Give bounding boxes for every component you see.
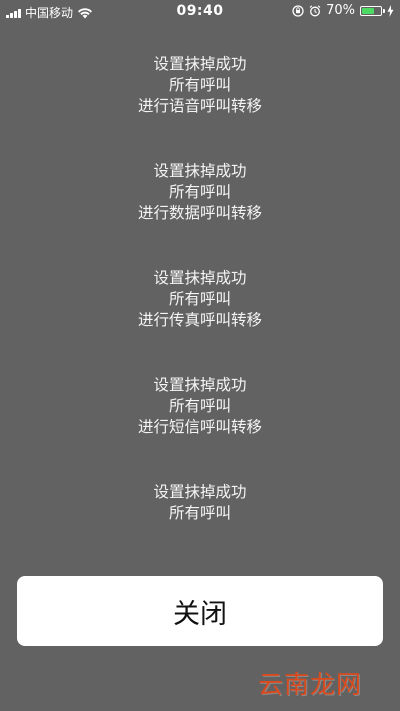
message-line: 设置抹掉成功 (153, 55, 247, 73)
battery-percent: 70% (326, 3, 355, 18)
message-item: 设置抹掉成功 所有呼叫进行短信呼叫转移 (0, 375, 400, 438)
message-line: 所有呼叫 (168, 183, 231, 201)
battery-level (362, 7, 374, 14)
message-line: 进行短信呼叫转移 (137, 418, 262, 436)
message-list: 设置抹掉成功 所有呼叫 进行语音呼叫转移 设置抹掉成功 所有呼叫 进行数据呼叫转移 设置抹掉… (0, 54, 400, 524)
status-bar: 中国移动 09:40 70% (0, 0, 400, 24)
message-line: 所有呼叫 (168, 290, 231, 308)
message-line: 所有呼叫 (168, 504, 231, 522)
message-line: 进行语音呼叫转移 (137, 97, 262, 115)
message-line: 进行传真呼叫转移 (137, 311, 262, 329)
message-item: 设置抹掉成功 所有呼叫进行传真呼叫转移 (0, 268, 400, 331)
watermark-logo: 云南龙网 (257, 670, 362, 699)
rotation-lock-icon (292, 4, 304, 17)
message-item: 设置抹掉成功 所有呼叫进行语音呼叫转移 (0, 54, 400, 117)
close-button[interactable]: 关闭 (17, 576, 383, 646)
message-line: 设置抹掉成功 (153, 483, 247, 501)
status-right: 70% (292, 3, 394, 18)
message-line: 设置抹掉成功 (153, 269, 247, 287)
message-item: 设置抹掉成功 所有呼叫 (0, 482, 400, 524)
charging-icon (387, 4, 394, 17)
message-line: 设置抹掉成功 (153, 376, 247, 394)
message-line: 设置抹掉成功 (153, 162, 247, 180)
message-line: 所有呼叫 (168, 76, 231, 94)
battery-icon (360, 5, 385, 16)
message-item: 设置抹掉成功 所有呼叫进行数据呼叫转移 (0, 161, 400, 224)
message-line: 所有呼叫 (168, 397, 231, 415)
alarm-icon (309, 4, 321, 16)
message-line: 进行数据呼叫转移 (137, 204, 262, 222)
